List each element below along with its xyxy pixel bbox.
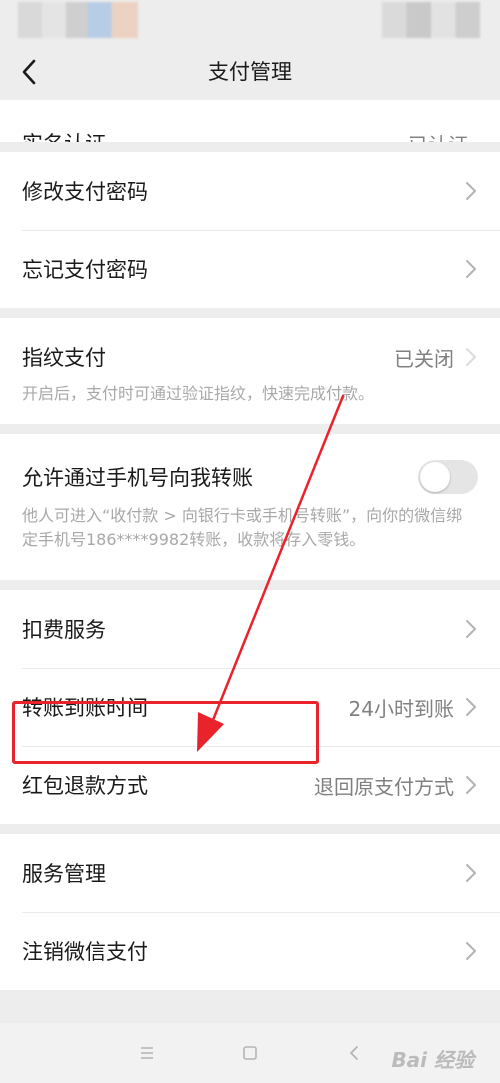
row-label: 允许通过手机号向我转账 — [22, 466, 253, 490]
row-label: 修改支付密码 — [22, 180, 148, 204]
toggle-knob — [420, 462, 450, 492]
home-icon[interactable] — [236, 1039, 264, 1067]
row-phone-transfer: 允许通过手机号向我转账 他人可进入“收付款 > 向银行卡或手机号转账”，向你的微… — [0, 434, 500, 580]
row-service-management[interactable]: 服务管理 — [0, 834, 500, 912]
page-title: 支付管理 — [208, 60, 292, 84]
row-label: 实名认证 — [22, 128, 408, 142]
chevron-right-icon — [466, 260, 476, 278]
chevron-right-icon — [466, 776, 476, 794]
row-realname[interactable]: 实名认证 已认证 — [0, 100, 500, 142]
row-description: 开启后，支付时可通过验证指纹，快速完成付款。 — [22, 384, 375, 403]
settings-list: 实名认证 已认证 修改支付密码 忘记支付密码 指纹支付 已关闭 开启后，支付时可… — [0, 100, 500, 990]
group-services: 扣费服务 转账到账时间 24小时到账 红包退款方式 退回原支付方式 — [0, 590, 500, 824]
phone-transfer-toggle[interactable] — [418, 460, 478, 494]
row-forgot-password[interactable]: 忘记支付密码 — [0, 230, 500, 308]
row-fingerprint[interactable]: 指纹支付 已关闭 开启后，支付时可通过验证指纹，快速完成付款。 — [0, 318, 500, 424]
row-change-password[interactable]: 修改支付密码 — [0, 152, 500, 230]
row-label: 忘记支付密码 — [22, 258, 148, 282]
menu-icon[interactable] — [133, 1039, 161, 1067]
chevron-right-icon — [466, 182, 476, 200]
chevron-right-icon — [466, 864, 476, 882]
row-label: 转账到账时间 — [22, 696, 148, 720]
group-phone-transfer: 允许通过手机号向我转账 他人可进入“收付款 > 向银行卡或手机号转账”，向你的微… — [0, 434, 500, 580]
watermark-logo: Bai 经验 — [391, 1048, 474, 1072]
status-bar — [0, 0, 500, 44]
row-label: 指纹支付 — [22, 346, 106, 370]
chevron-right-icon — [466, 942, 476, 960]
row-label: 服务管理 — [22, 862, 106, 886]
nav-bar: 支付管理 — [0, 44, 500, 100]
row-value: 已认证 — [408, 129, 468, 142]
group-password: 修改支付密码 忘记支付密码 — [0, 152, 500, 308]
group-fingerprint: 指纹支付 已关闭 开启后，支付时可通过验证指纹，快速完成付款。 — [0, 318, 500, 424]
blurred-status-icons-right — [382, 2, 480, 38]
system-navigation-bar: Bai 经验 — [0, 1023, 500, 1083]
row-deduction-service[interactable]: 扣费服务 — [0, 590, 500, 668]
row-label: 扣费服务 — [22, 618, 106, 642]
back-nav-icon[interactable] — [340, 1039, 368, 1067]
row-value: 已关闭 — [394, 346, 454, 371]
chevron-right-icon — [466, 348, 476, 366]
group-identity: 实名认证 已认证 — [0, 100, 500, 142]
row-refund-method[interactable]: 红包退款方式 退回原支付方式 — [0, 746, 500, 824]
row-description: 他人可进入“收付款 > 向银行卡或手机号转账”，向你的微信绑定手机号186***… — [22, 506, 463, 549]
chevron-right-icon — [466, 698, 476, 716]
row-value: 退回原支付方式 — [314, 774, 454, 799]
row-value: 24小时到账 — [348, 696, 454, 721]
row-label: 红包退款方式 — [22, 774, 148, 798]
row-cancel-wechat-pay[interactable]: 注销微信支付 — [0, 912, 500, 990]
row-transfer-time[interactable]: 转账到账时间 24小时到账 — [0, 668, 500, 746]
chevron-right-icon — [466, 620, 476, 638]
group-management: 服务管理 注销微信支付 — [0, 834, 500, 990]
blurred-status-icons-left — [18, 2, 138, 38]
row-label: 注销微信支付 — [22, 940, 148, 964]
